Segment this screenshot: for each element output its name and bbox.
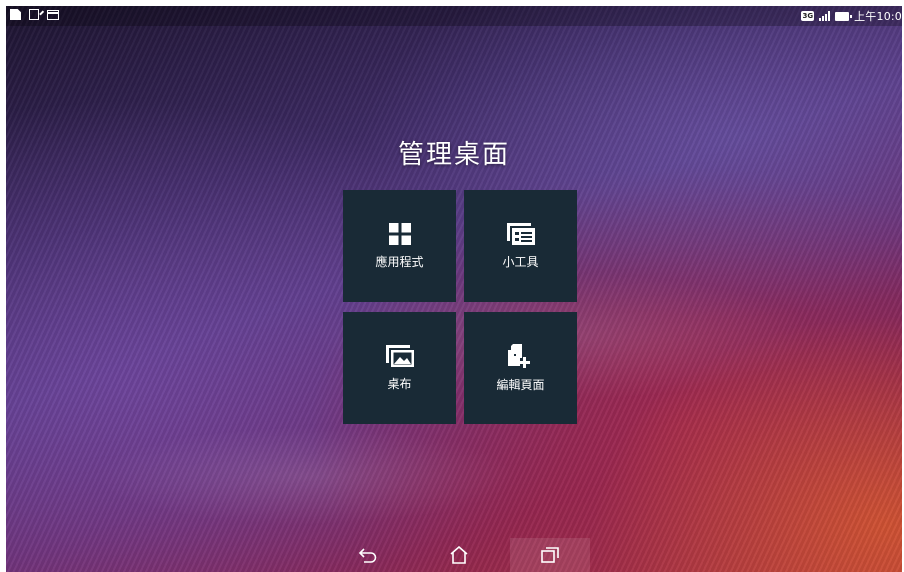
system-icons: 3G 上午10:0 <box>801 8 902 24</box>
widgets-tile-label: 小工具 <box>502 254 539 269</box>
recent-apps-icon <box>541 547 559 563</box>
edit-icon <box>29 9 39 20</box>
edit-page-tile-label: 編輯頁面 <box>496 377 545 392</box>
document-icon <box>10 9 21 20</box>
network-type-badge: 3G <box>801 11 815 21</box>
notification-icons <box>10 9 59 20</box>
home-screen: 3G 上午10:0 管理桌面 應用程式 小工具 桌布 編輯頁面 <box>6 6 902 572</box>
home-button[interactable] <box>419 538 499 572</box>
signal-icon <box>819 11 831 21</box>
page-title: 管理桌面 <box>397 140 510 170</box>
apps-grid-icon <box>388 222 411 245</box>
battery-icon <box>835 11 853 21</box>
wallpaper-tile[interactable]: 桌布 <box>343 312 456 424</box>
wallpaper-icon <box>385 344 414 367</box>
clock: 上午10:0 <box>854 10 902 23</box>
edit-page-icon <box>507 343 530 368</box>
window-icon <box>47 9 59 20</box>
apps-tile-label: 應用程式 <box>375 254 424 269</box>
recent-apps-button[interactable] <box>510 538 590 572</box>
widgets-icon <box>506 222 535 245</box>
navigation-bar <box>6 538 902 572</box>
wallpaper-tile-label: 桌布 <box>387 376 412 391</box>
edit-page-tile[interactable]: 編輯頁面 <box>464 312 577 424</box>
home-icon <box>450 546 468 564</box>
status-bar: 3G 上午10:0 <box>6 6 902 26</box>
back-button[interactable] <box>329 538 409 572</box>
back-icon <box>358 548 377 563</box>
widgets-tile[interactable]: 小工具 <box>464 190 577 302</box>
apps-tile[interactable]: 應用程式 <box>343 190 456 302</box>
